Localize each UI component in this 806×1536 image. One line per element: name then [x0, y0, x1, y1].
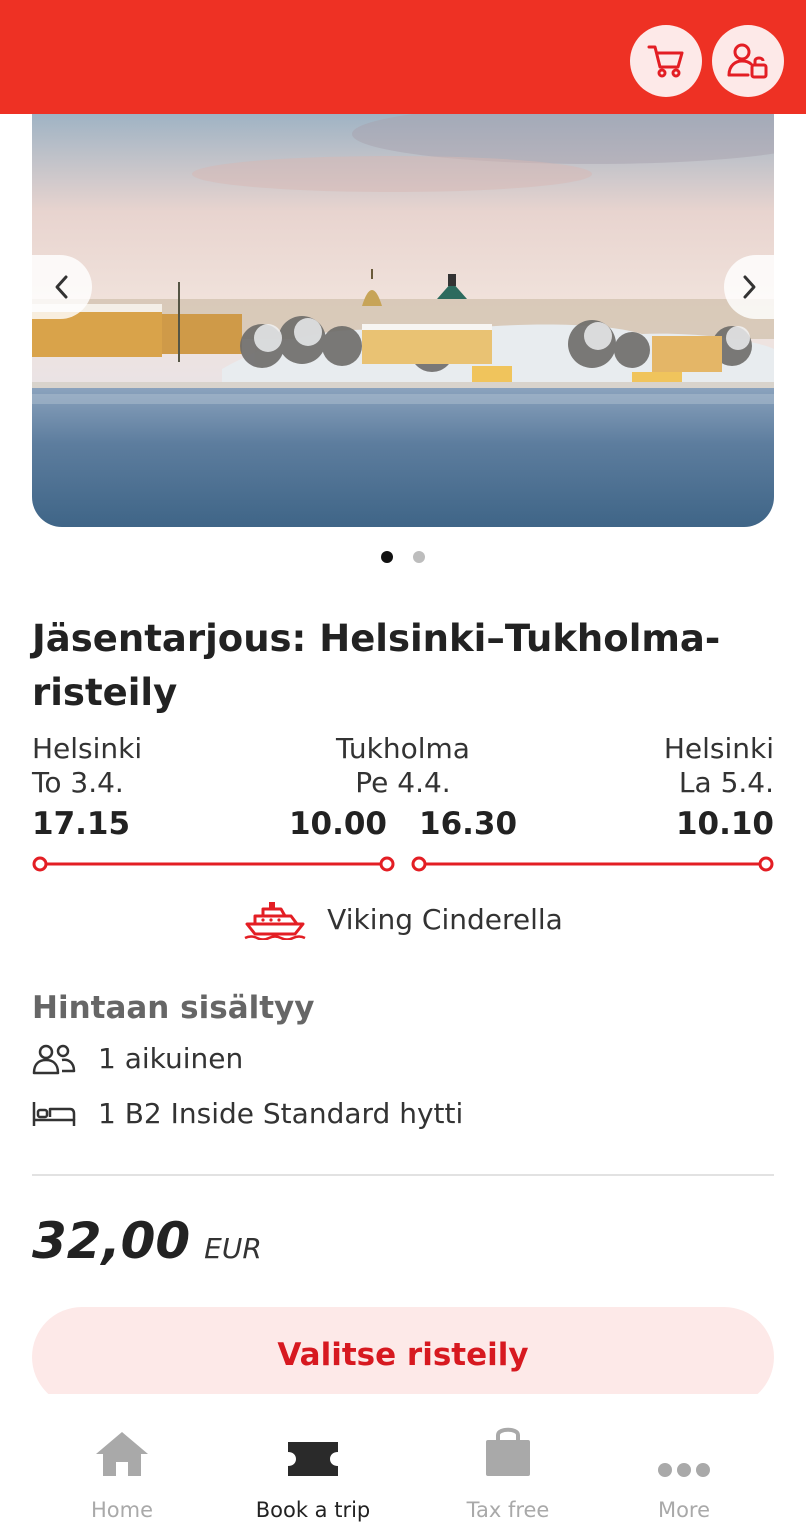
destination-stop: Tukholma Pe 4.4. [232, 732, 574, 800]
destination-departure-time: 16.30 [419, 806, 518, 842]
departure-time: 17.15 [32, 806, 131, 842]
ship-icon [244, 902, 306, 940]
included-item-text: 1 B2 Inside Standard hytti [98, 1097, 464, 1130]
bottom-navigation: Home Book a trip Tax free More [0, 1394, 806, 1536]
chevron-left-icon [55, 275, 68, 299]
arrival-time: 10.00 [288, 806, 387, 842]
destination-city: Tukholma [336, 732, 470, 765]
departure-stop: Helsinki To 3.4. [32, 732, 142, 800]
included-item-text: 1 aikuinen [98, 1042, 244, 1075]
section-divider [32, 1174, 774, 1176]
price-amount: 32,00 [32, 1212, 191, 1270]
carousel-pagination [0, 551, 806, 563]
top-app-bar [0, 0, 806, 114]
return-city: Helsinki [663, 732, 774, 765]
account-lock-icon [727, 43, 768, 79]
price-display: 32,00 EUR [32, 1212, 262, 1270]
select-cruise-button[interactable]: Valitse risteily [32, 1307, 774, 1407]
chevron-right-icon [743, 275, 756, 299]
route-timeline: Helsinki To 3.4. Tukholma Pe 4.4. Helsin… [32, 732, 774, 882]
ship-name: Viking Cinderella [327, 902, 563, 936]
hero-image-stockholm[interactable] [32, 114, 774, 527]
carousel-dot-1[interactable] [381, 551, 393, 563]
ticket-icon [288, 1442, 338, 1476]
nav-label: More [657, 1498, 711, 1522]
nav-item-more[interactable]: More [624, 1394, 744, 1536]
nav-item-home[interactable]: Home [62, 1394, 182, 1536]
included-item: 1 aikuinen [32, 1042, 243, 1075]
offer-title: Jäsentarjous: Helsinki–Tukholma-risteily [32, 617, 721, 714]
more-icon [658, 1463, 710, 1477]
nav-label: Home [90, 1498, 153, 1522]
nav-label: Book a trip [255, 1498, 371, 1522]
carousel-dot-2[interactable] [413, 551, 425, 563]
ship-info: Viking Cinderella [0, 898, 806, 940]
return-time: 10.10 [675, 806, 774, 842]
return-date: La 5.4. [678, 766, 774, 799]
people-icon [32, 1044, 76, 1074]
cart-button[interactable] [630, 25, 702, 97]
hero-illustration [32, 114, 774, 527]
account-button[interactable] [712, 25, 784, 97]
departure-date: To 3.4. [32, 766, 124, 799]
destination-date: Pe 4.4. [355, 766, 451, 799]
return-stop: Helsinki La 5.4. [664, 732, 774, 800]
bed-icon [32, 1101, 76, 1126]
shopping-bag-icon [486, 1427, 530, 1476]
nav-item-tax-free[interactable]: Tax free [448, 1394, 568, 1536]
nav-item-book-a-trip[interactable]: Book a trip [243, 1394, 383, 1536]
departure-city: Helsinki [32, 732, 143, 765]
nav-label: Tax free [466, 1498, 550, 1522]
price-currency: EUR [204, 1232, 262, 1265]
home-icon [96, 1432, 148, 1476]
included-item: 1 B2 Inside Standard hytti [32, 1097, 463, 1130]
cart-icon [647, 45, 684, 78]
included-title: Hintaan sisältyy [32, 990, 315, 1026]
route-line [32, 856, 774, 872]
